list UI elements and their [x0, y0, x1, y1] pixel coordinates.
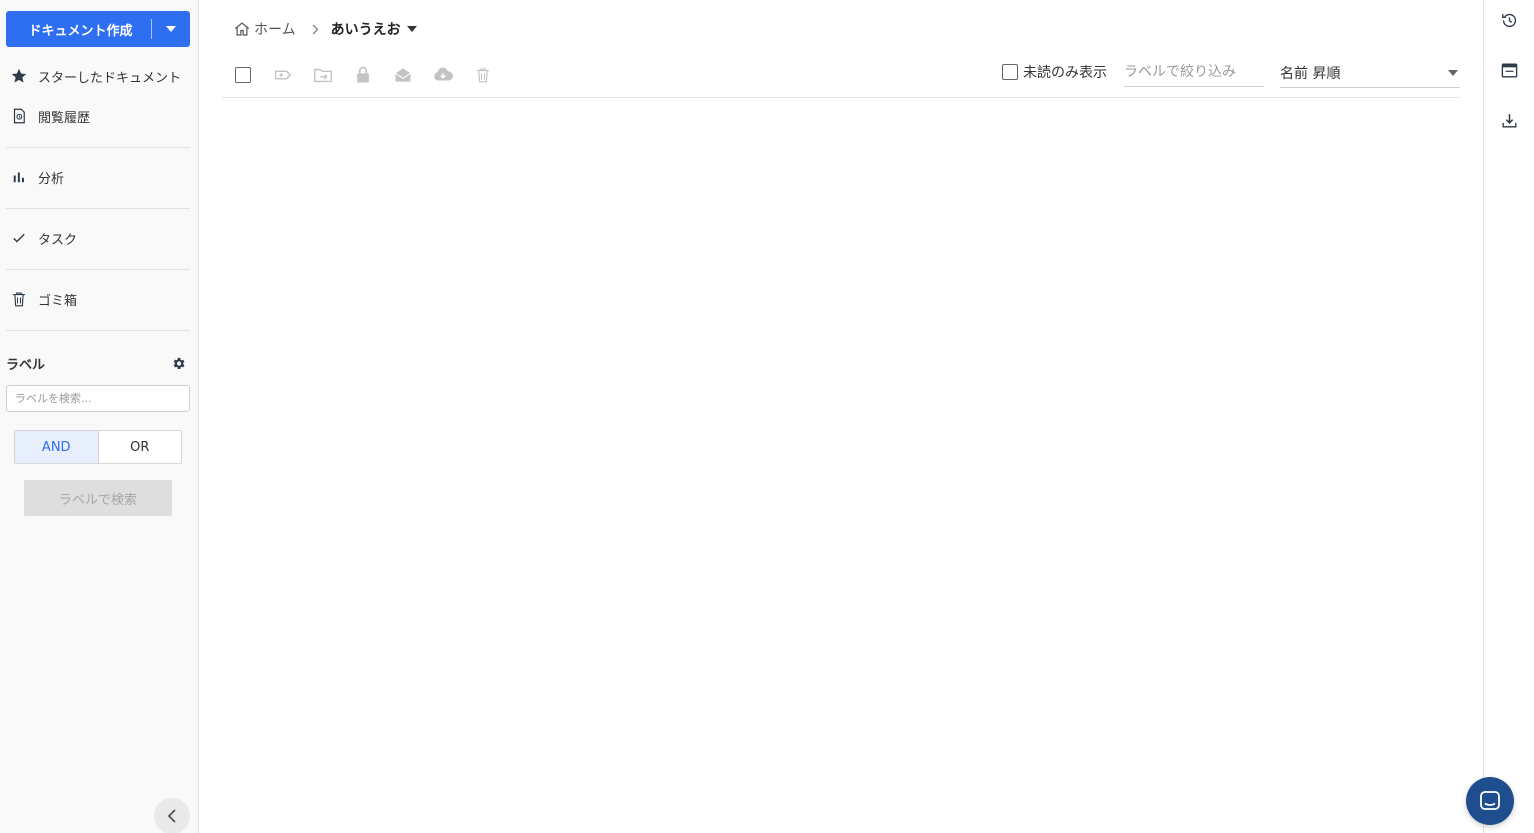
- history-icon[interactable]: [1499, 10, 1519, 30]
- select-all-checkbox[interactable]: [235, 67, 251, 83]
- search-by-label-button[interactable]: ラベルで検索: [24, 480, 172, 516]
- breadcrumb: ホーム あいうえお: [233, 17, 417, 41]
- create-document-button[interactable]: ドキュメント作成: [6, 11, 190, 47]
- sidebar-item-label: スターしたドキュメント: [38, 70, 182, 86]
- mark-read-icon[interactable]: [392, 64, 414, 86]
- chat-support-button[interactable]: [1466, 777, 1514, 825]
- document-toolbar: 未読のみ表示 名前 昇順: [222, 57, 1460, 98]
- collapse-sidebar-button[interactable]: [154, 798, 190, 833]
- sidebar-item-label: ゴミ箱: [38, 293, 78, 309]
- divider: [6, 208, 190, 209]
- delete-icon[interactable]: [472, 64, 494, 86]
- breadcrumb-home-label: ホーム: [254, 22, 296, 38]
- chevron-right-icon: [312, 24, 319, 35]
- labels-title: ラベル: [6, 358, 46, 373]
- check-icon: [13, 233, 25, 243]
- label-search-input[interactable]: [6, 385, 190, 412]
- right-rail: [1483, 0, 1534, 833]
- sidebar-item-history[interactable]: 閲覧履歴: [10, 104, 90, 128]
- sidebar-item-analytics[interactable]: 分析: [10, 165, 64, 189]
- home-icon: [234, 22, 250, 36]
- breadcrumb-current-label: あいうえお: [330, 22, 401, 38]
- breadcrumb-current-folder[interactable]: あいうえお: [331, 19, 417, 39]
- chevron-left-icon: [167, 809, 176, 823]
- labels-header: ラベル: [6, 354, 190, 373]
- divider: [6, 330, 190, 331]
- divider: [6, 147, 190, 148]
- add-label-icon[interactable]: [272, 64, 294, 86]
- history-doc-icon: [13, 108, 25, 124]
- sort-select-value: 名前 昇順: [1280, 66, 1341, 82]
- sidebar-item-label: 分析: [38, 171, 65, 187]
- lock-icon[interactable]: [352, 64, 374, 86]
- download-icon[interactable]: [1499, 110, 1519, 130]
- create-dropdown-caret-icon[interactable]: [152, 11, 190, 47]
- unread-only-toggle[interactable]: 未読のみ表示: [1002, 62, 1107, 82]
- sort-select[interactable]: 名前 昇順: [1280, 59, 1460, 88]
- sidebar: ドキュメント作成 スターしたドキュメント 閲覧履歴 分析 タスク ゴミ箱 ラベル: [0, 0, 199, 833]
- sidebar-item-starred[interactable]: スターしたドキュメント: [10, 64, 181, 88]
- chat-icon: [1480, 791, 1500, 810]
- label-filter-input[interactable]: [1124, 59, 1264, 87]
- unread-only-label: 未読のみ表示: [1023, 65, 1107, 81]
- unread-only-checkbox[interactable]: [1002, 64, 1018, 80]
- and-toggle-button[interactable]: AND: [15, 431, 99, 463]
- chevron-down-icon: [1448, 70, 1458, 76]
- and-or-toggle: AND OR: [14, 430, 182, 464]
- trash-icon: [13, 292, 25, 307]
- or-toggle-button[interactable]: OR: [99, 431, 182, 463]
- sidebar-item-label: タスク: [38, 232, 78, 248]
- breadcrumb-home[interactable]: ホーム: [233, 19, 296, 39]
- sidebar-item-tasks[interactable]: タスク: [10, 226, 77, 250]
- divider: [6, 269, 190, 270]
- window-icon[interactable]: [1499, 60, 1519, 80]
- bar-chart-icon: [13, 172, 24, 183]
- sidebar-item-label: 閲覧履歴: [38, 110, 91, 126]
- gear-icon[interactable]: [171, 356, 186, 371]
- sidebar-item-trash[interactable]: ゴミ箱: [10, 287, 77, 311]
- move-folder-icon[interactable]: [312, 64, 334, 86]
- create-document-label[interactable]: ドキュメント作成: [6, 20, 151, 39]
- chevron-down-icon: [406, 26, 417, 32]
- star-icon: [11, 68, 27, 83]
- download-icon[interactable]: [432, 64, 454, 86]
